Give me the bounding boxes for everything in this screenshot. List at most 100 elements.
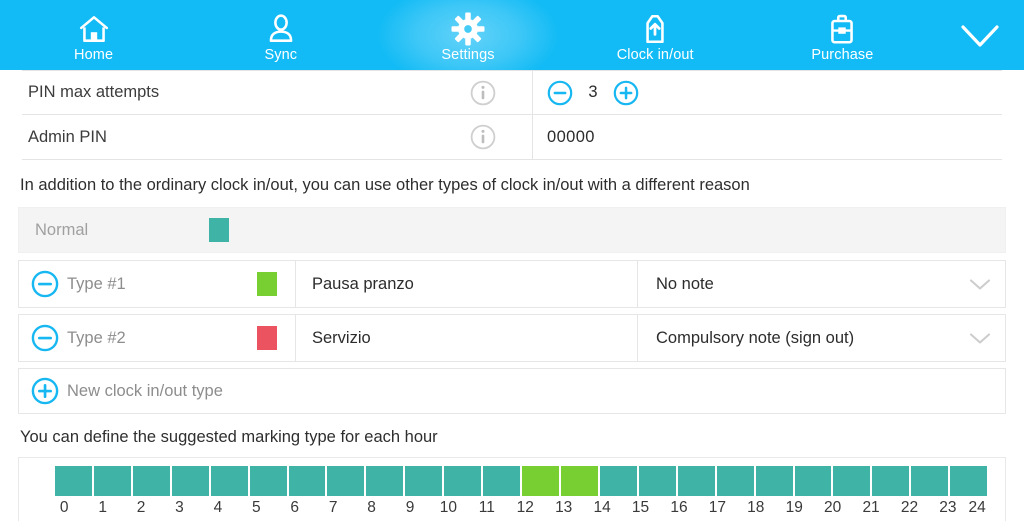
color-swatch — [209, 218, 229, 242]
clock-type-name-1: Type #1 — [67, 274, 126, 293]
hour-tick-label: 15 — [631, 499, 650, 516]
briefcase-icon — [825, 12, 859, 46]
hour-segment-1[interactable] — [93, 466, 131, 496]
hour-segment-22[interactable] — [911, 466, 949, 496]
hour-segment-3[interactable] — [171, 466, 209, 496]
hour-tick-label: 8 — [367, 499, 376, 516]
nav-item-home[interactable]: Home — [0, 0, 187, 70]
stepper-value: 3 — [588, 83, 598, 101]
plus-circle-icon[interactable] — [613, 80, 639, 106]
clock-type-note-select-2[interactable]: Compulsory note (sign out) — [637, 315, 1005, 361]
info-icon — [470, 80, 496, 106]
plus-circle-icon — [31, 377, 59, 405]
nav-label-settings: Settings — [441, 46, 495, 63]
hour-tick-label: 24 — [968, 499, 986, 516]
hour-tick-label: 20 — [824, 499, 842, 516]
hour-segment-19[interactable] — [794, 466, 832, 496]
hour-segment-18[interactable] — [755, 466, 793, 496]
remove-clock-type-2-button[interactable] — [19, 324, 67, 352]
nav-item-settings[interactable]: Settings — [374, 0, 562, 70]
admin-pin-value: 00000 — [547, 127, 595, 146]
color-swatch-button-1[interactable] — [257, 272, 295, 296]
clock-inout-icon — [638, 12, 672, 46]
hour-segment-7[interactable] — [327, 466, 365, 496]
nav-item-clock-inout[interactable]: Clock in/out — [562, 0, 749, 70]
add-clock-type-button[interactable] — [19, 377, 67, 405]
person-icon — [264, 12, 298, 46]
admin-pin-field[interactable]: 00000 — [532, 115, 1002, 159]
hour-tick-label: 0 — [59, 499, 69, 516]
hour-tick-label: 7 — [328, 499, 338, 516]
gear-icon — [451, 12, 485, 46]
hour-segment-23[interactable] — [950, 466, 988, 496]
hour-axis: 0 1 2 3 4 5 6 7 8 9 10 11 12 13 14 15 16 17 18 19 20 21 22 23 24 — [45, 499, 987, 517]
hour-segment-15[interactable] — [638, 466, 676, 496]
hour-tick-label: 23 — [939, 499, 957, 516]
stepper-pin-max-attempts: 3 — [532, 71, 1002, 114]
hour-tick-label: 18 — [747, 499, 765, 516]
hour-segment-14[interactable] — [599, 466, 637, 496]
color-swatch-button-2[interactable] — [257, 326, 295, 350]
hour-segment-16[interactable] — [677, 466, 715, 496]
clock-types-description: In addition to the ordinary clock in/out… — [20, 176, 750, 194]
top-navigation-bar: Home Sync Settings Clock in/out Purchase — [0, 0, 1024, 70]
clock-type-title-1[interactable]: Pausa pranzo — [295, 261, 637, 307]
hour-segment-5[interactable] — [249, 466, 287, 496]
hour-tick-label: 17 — [708, 499, 726, 516]
info-button-admin-pin[interactable] — [470, 124, 532, 150]
color-swatch — [257, 326, 277, 350]
hour-tick-label: 16 — [670, 499, 688, 516]
chevron-down-icon — [956, 18, 1004, 52]
setting-label-admin-pin: Admin PIN — [28, 127, 107, 146]
add-clock-type-label: New clock in/out type — [67, 381, 223, 400]
info-icon — [470, 124, 496, 150]
hour-segment-17[interactable] — [716, 466, 754, 496]
hour-segment-6[interactable] — [288, 466, 326, 496]
chevron-down-icon — [967, 275, 993, 293]
hour-tick-label: 1 — [98, 499, 107, 516]
hour-segment-4[interactable] — [210, 466, 248, 496]
nav-label-sync: Sync — [264, 46, 298, 63]
hour-tick-label: 21 — [862, 499, 880, 516]
hour-tick-label: 22 — [900, 499, 919, 516]
hour-segment-9[interactable] — [405, 466, 443, 496]
hour-segment-21[interactable] — [872, 466, 910, 496]
hours-description: You can define the suggested marking typ… — [20, 428, 438, 446]
nav-item-purchase[interactable]: Purchase — [749, 0, 936, 70]
hour-tick-label: 5 — [252, 499, 261, 516]
nav-expand-button[interactable] — [936, 0, 1024, 70]
hour-tick-label: 12 — [516, 499, 534, 516]
hour-tick-label: 13 — [555, 499, 573, 516]
hour-segment-12[interactable] — [522, 466, 559, 496]
color-swatch-button-normal — [209, 218, 247, 242]
chevron-down-icon — [967, 329, 993, 347]
nav-label-home: Home — [74, 46, 114, 63]
hour-segment-13[interactable] — [560, 466, 598, 496]
clock-type-row-normal: Normal — [18, 207, 1006, 253]
hour-bar[interactable] — [55, 466, 988, 496]
clock-type-title-2[interactable]: Servizio — [295, 315, 637, 361]
hour-segment-2[interactable] — [132, 466, 170, 496]
setting-label-pin-max-attempts: PIN max attempts — [28, 83, 160, 101]
clock-type-name-normal: Normal — [35, 220, 89, 239]
clock-type-row-1: Type #1 Pausa pranzo No note — [18, 260, 1006, 308]
hour-segment-11[interactable] — [483, 466, 521, 496]
remove-clock-type-1-button[interactable] — [19, 270, 67, 298]
minus-circle-icon — [31, 324, 59, 352]
home-icon — [77, 12, 111, 46]
hour-segment-20[interactable] — [833, 466, 871, 496]
nav-label-purchase: Purchase — [811, 46, 874, 63]
settings-scroll-area[interactable]: PIN max attempts 3 Admin PIN 00000 In ad… — [0, 70, 1024, 527]
minus-circle-icon[interactable] — [547, 80, 573, 106]
hour-segment-10[interactable] — [444, 466, 482, 496]
hour-segment-0[interactable] — [55, 466, 92, 496]
hours-strip-panel: 0 1 2 3 4 5 6 7 8 9 10 11 12 13 14 15 16 17 18 19 20 21 22 23 24 — [18, 457, 1006, 521]
clock-type-note-select-1[interactable]: No note — [637, 261, 1005, 307]
hour-tick-label: 4 — [213, 499, 223, 516]
add-clock-type-row[interactable]: New clock in/out type — [18, 368, 1006, 414]
clock-type-note-value-1: No note — [656, 274, 714, 293]
hour-segment-8[interactable] — [366, 466, 404, 496]
info-button-pin-max-attempts[interactable] — [470, 80, 532, 106]
nav-item-sync[interactable]: Sync — [187, 0, 374, 70]
clock-types-list: Normal Type #1 Pausa pranzo No note Type… — [18, 207, 1006, 414]
